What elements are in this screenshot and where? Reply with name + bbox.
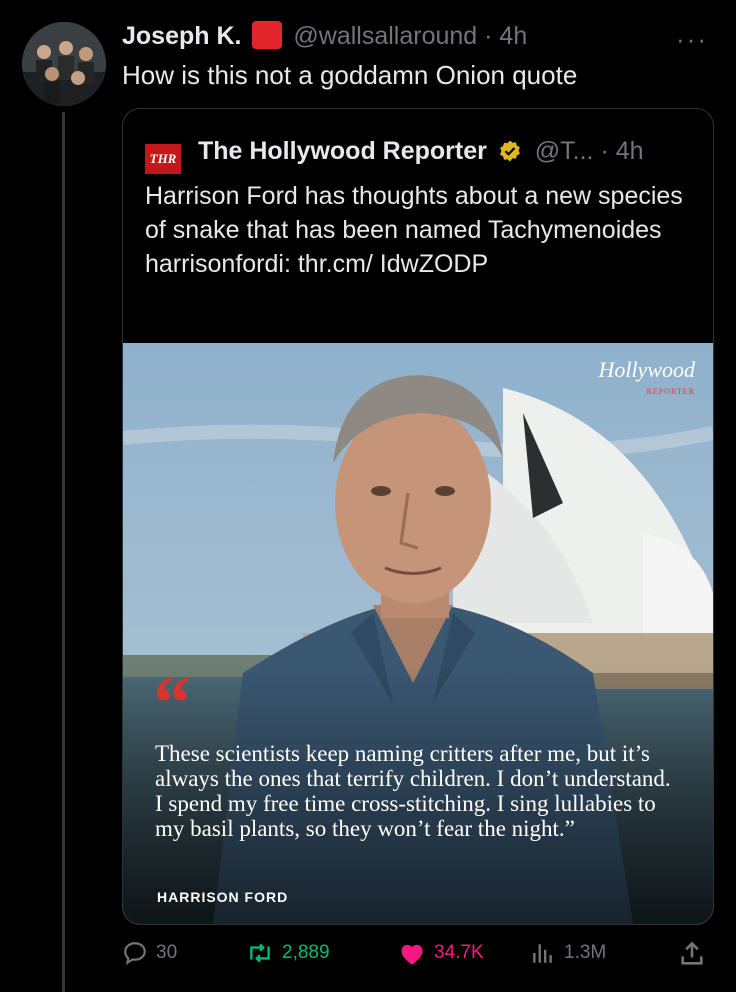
action-bar: 30 2,889 34.7K 1.3M bbox=[122, 940, 712, 974]
quoted-tweet-card[interactable]: THR The Hollywood Reporter @T... · 4h Ha… bbox=[122, 108, 714, 925]
repost-icon bbox=[250, 943, 270, 963]
more-icon[interactable]: ··· bbox=[676, 24, 708, 55]
share-icon bbox=[681, 941, 703, 965]
repost-count: 2,889 bbox=[282, 942, 330, 963]
quote-attribution: HARRISON FORD bbox=[157, 889, 289, 905]
author-name[interactable]: Joseph K. bbox=[122, 22, 241, 50]
reply-button[interactable]: 30 bbox=[122, 940, 177, 966]
hollywood-reporter-watermark: Hollywood REPORTER bbox=[598, 359, 695, 403]
watermark-title: Hollywood bbox=[598, 357, 695, 382]
like-icon bbox=[401, 944, 423, 965]
quoted-media-image[interactable]: Hollywood REPORTER “ These scientists ke… bbox=[123, 343, 713, 924]
quoted-time[interactable]: · 4h bbox=[600, 137, 643, 165]
quoted-text: Harrison Ford has thoughts about a new s… bbox=[145, 182, 683, 278]
views-icon bbox=[533, 944, 552, 963]
watermark-subtitle: REPORTER bbox=[646, 387, 695, 396]
thread-line bbox=[62, 112, 65, 992]
red-square-emoji bbox=[252, 21, 283, 49]
tweet-text: How is this not a goddamn Onion quote bbox=[122, 60, 578, 90]
share-button[interactable] bbox=[678, 940, 706, 968]
thr-logo: THR bbox=[145, 144, 181, 174]
avatar-image bbox=[22, 22, 106, 106]
author-handle[interactable]: @wallsallaround bbox=[293, 22, 477, 50]
repost-button[interactable]: 2,889 bbox=[246, 940, 330, 966]
quoted-handle[interactable]: @T... bbox=[535, 137, 594, 165]
quote-text: These scientists keep naming critters af… bbox=[155, 741, 671, 841]
like-button[interactable]: 34.7K bbox=[398, 940, 484, 966]
reply-icon bbox=[124, 942, 146, 966]
avatar[interactable] bbox=[22, 22, 106, 106]
tweet-time[interactable]: · 4h bbox=[484, 22, 527, 50]
quote-mark: “ bbox=[153, 661, 191, 745]
reply-count: 30 bbox=[156, 942, 178, 963]
tweet-header: Joseph K. @wallsallaround · 4h bbox=[122, 20, 527, 52]
like-count: 34.7K bbox=[434, 942, 484, 963]
views-count: 1.3M bbox=[564, 942, 607, 963]
verified-icon bbox=[498, 139, 522, 171]
quoted-author-name[interactable]: The Hollywood Reporter bbox=[198, 137, 487, 165]
views-button[interactable]: 1.3M bbox=[530, 940, 606, 966]
quoted-header: THR The Hollywood Reporter @T... · 4h bbox=[145, 135, 644, 174]
